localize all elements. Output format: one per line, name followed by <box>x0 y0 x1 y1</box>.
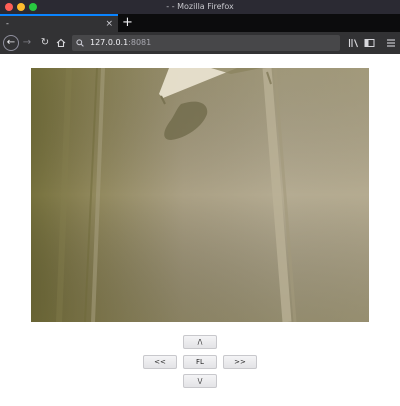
hamburger-menu-icon <box>387 39 395 47</box>
sidebar-button[interactable] <box>362 36 376 53</box>
open-menu-button[interactable] <box>384 36 398 53</box>
move-down-button[interactable]: \/ <box>183 374 217 388</box>
move-left-button[interactable]: << <box>143 355 177 369</box>
tab-title: - <box>6 19 9 28</box>
tab-strip: - × + <box>0 14 400 32</box>
tab-close-icon[interactable]: × <box>105 18 113 30</box>
home-icon <box>56 38 66 48</box>
new-tab-icon[interactable]: + <box>122 15 133 30</box>
url-bar[interactable]: 127.0.0.1:8081 <box>72 35 340 51</box>
window-title: - - Mozilla Firefox <box>166 2 234 11</box>
window-title-bar: - - Mozilla Firefox <box>0 0 400 14</box>
sidebar-icon <box>364 39 374 47</box>
camera-frame <box>31 68 369 322</box>
url-text[interactable]: 127.0.0.1:8081 <box>90 36 151 50</box>
fl-button[interactable]: FL <box>183 355 217 369</box>
library-icon <box>348 39 358 48</box>
camera-stream-image <box>31 68 369 322</box>
back-button[interactable]: ← <box>3 35 19 51</box>
navigation-toolbar: ← → ↻ 127.0.0.1:8081 <box>0 32 400 54</box>
move-up-button[interactable]: /\ <box>183 335 217 349</box>
home-button[interactable] <box>54 36 68 53</box>
reload-button[interactable]: ↻ <box>38 36 52 50</box>
library-button[interactable] <box>346 36 360 53</box>
url-host: 127.0.0.1 <box>90 38 129 47</box>
tab-active[interactable]: - × <box>0 14 118 32</box>
site-info-icon[interactable] <box>76 36 84 52</box>
forward-button[interactable]: → <box>20 36 34 50</box>
move-right-button[interactable]: >> <box>223 355 257 369</box>
url-port: :8081 <box>128 38 152 47</box>
